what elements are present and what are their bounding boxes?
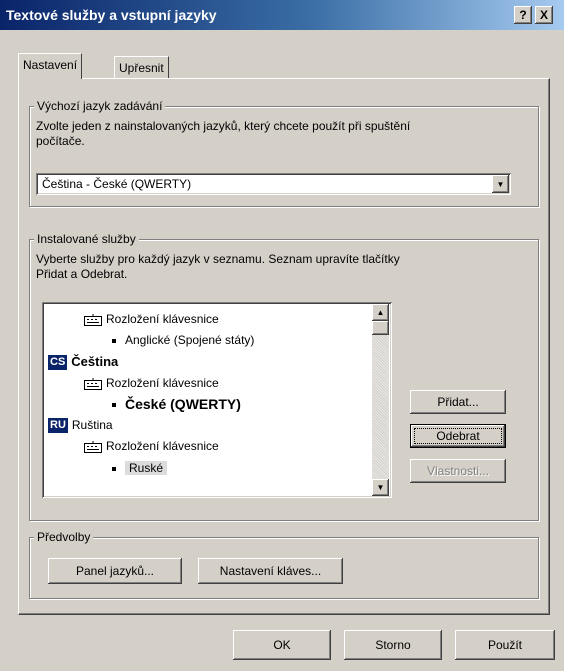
bullet-icon (112, 338, 116, 343)
cancel-button-label: Storno (375, 638, 411, 652)
key-settings-button[interactable]: Nastavení kláves... (198, 558, 343, 584)
scrollbar-track[interactable] (372, 335, 389, 479)
properties-button-label: Vlastnosti... (426, 464, 490, 478)
list-item-label: Čeština (71, 354, 119, 369)
installed-services-description-1: Vyberte služby pro každý jazyk v seznamu… (36, 252, 400, 266)
preferences-legend: Předvolby (34, 530, 94, 544)
cancel-button[interactable]: Storno (344, 630, 442, 660)
keyboard-icon (84, 313, 102, 326)
default-language-legend: Výchozí jazyk zadávání (34, 99, 166, 113)
window-title: Textové služby a vstupní jazyky (6, 7, 217, 23)
default-language-value: Čeština - České (QWERTY) (42, 177, 192, 191)
title-bar[interactable]: Textové služby a vstupní jazyky ? X (0, 0, 564, 30)
default-language-description-1: Zvolte jeden z nainstalovaných jazyků, k… (36, 119, 411, 133)
ok-button-label: OK (273, 638, 291, 652)
help-button[interactable]: ? (514, 6, 532, 24)
list-item-label: Ruština (71, 418, 113, 432)
bullet-icon (112, 403, 116, 408)
list-item-label: Rozložení klávesnice (106, 312, 219, 326)
apply-button[interactable]: Použít (455, 630, 555, 660)
list-item-label: Ruské (125, 461, 168, 475)
list-item[interactable]: Rozložení klávesnice (84, 374, 219, 392)
installed-services-group: Instalované služby Vyberte služby pro ka… (29, 232, 539, 521)
scroll-down-arrow-icon[interactable]: ▼ (372, 479, 389, 496)
preferences-group: Předvolby Panel jazyků... Nastavení kláv… (29, 530, 539, 599)
default-language-description-2: počítače. (36, 134, 85, 148)
language-bar-button-label: Panel jazyků... (75, 564, 155, 578)
scroll-up-arrow-icon[interactable]: ▲ (372, 304, 389, 321)
properties-button[interactable]: Vlastnosti... (410, 459, 506, 483)
list-item-label: Rozložení klávesnice (106, 376, 219, 390)
list-item[interactable]: Ruské (112, 459, 168, 477)
tab-panel: Výchozí jazyk zadávání Zvolte jeden z na… (18, 78, 550, 615)
ok-button[interactable]: OK (233, 630, 331, 660)
language-badge: CS (48, 355, 68, 371)
key-settings-button-label: Nastavení kláves... (219, 564, 322, 578)
language-bar-button[interactable]: Panel jazyků... (48, 558, 182, 584)
add-button[interactable]: Přidat... (410, 390, 506, 414)
installed-services-description-2: Přidat a Odebrat. (36, 267, 128, 281)
installed-services-list[interactable]: Rozložení klávesnice Anglické (Spojené s… (42, 302, 392, 498)
list-item[interactable]: České (QWERTY) (112, 395, 241, 413)
close-button[interactable]: X (535, 6, 553, 24)
bullet-icon (112, 466, 116, 471)
list-item[interactable]: CS Čeština (48, 353, 118, 371)
add-button-label: Přidat... (437, 395, 479, 409)
default-language-group: Výchozí jazyk zadávání Zvolte jeden z na… (29, 99, 539, 207)
list-item-label: Anglické (Spojené státy) (125, 333, 255, 347)
installed-services-legend: Instalované služby (34, 232, 139, 246)
list-item[interactable]: Rozložení klávesnice (84, 437, 219, 455)
list-item[interactable]: RU Ruština (48, 416, 113, 434)
remove-button[interactable]: Odebrat (410, 424, 506, 448)
tab-settings[interactable]: Nastavení (18, 53, 83, 79)
scrollbar-thumb[interactable] (372, 321, 389, 335)
focus-rectangle (414, 428, 502, 444)
language-badge: RU (48, 418, 68, 434)
dropdown-arrow-icon[interactable]: ▼ (492, 175, 509, 193)
keyboard-icon (84, 377, 102, 390)
list-item-label: České (QWERTY) (125, 396, 241, 412)
default-language-select[interactable]: Čeština - České (QWERTY) ▼ (36, 173, 511, 195)
list-item[interactable]: Rozložení klávesnice (84, 310, 219, 328)
apply-button-label: Použít (487, 638, 523, 652)
list-item[interactable]: Anglické (Spojené státy) (112, 331, 254, 349)
keyboard-icon (84, 440, 102, 453)
list-item-label: Rozložení klávesnice (106, 439, 219, 453)
tab-advanced[interactable]: Upřesnit (114, 56, 169, 79)
